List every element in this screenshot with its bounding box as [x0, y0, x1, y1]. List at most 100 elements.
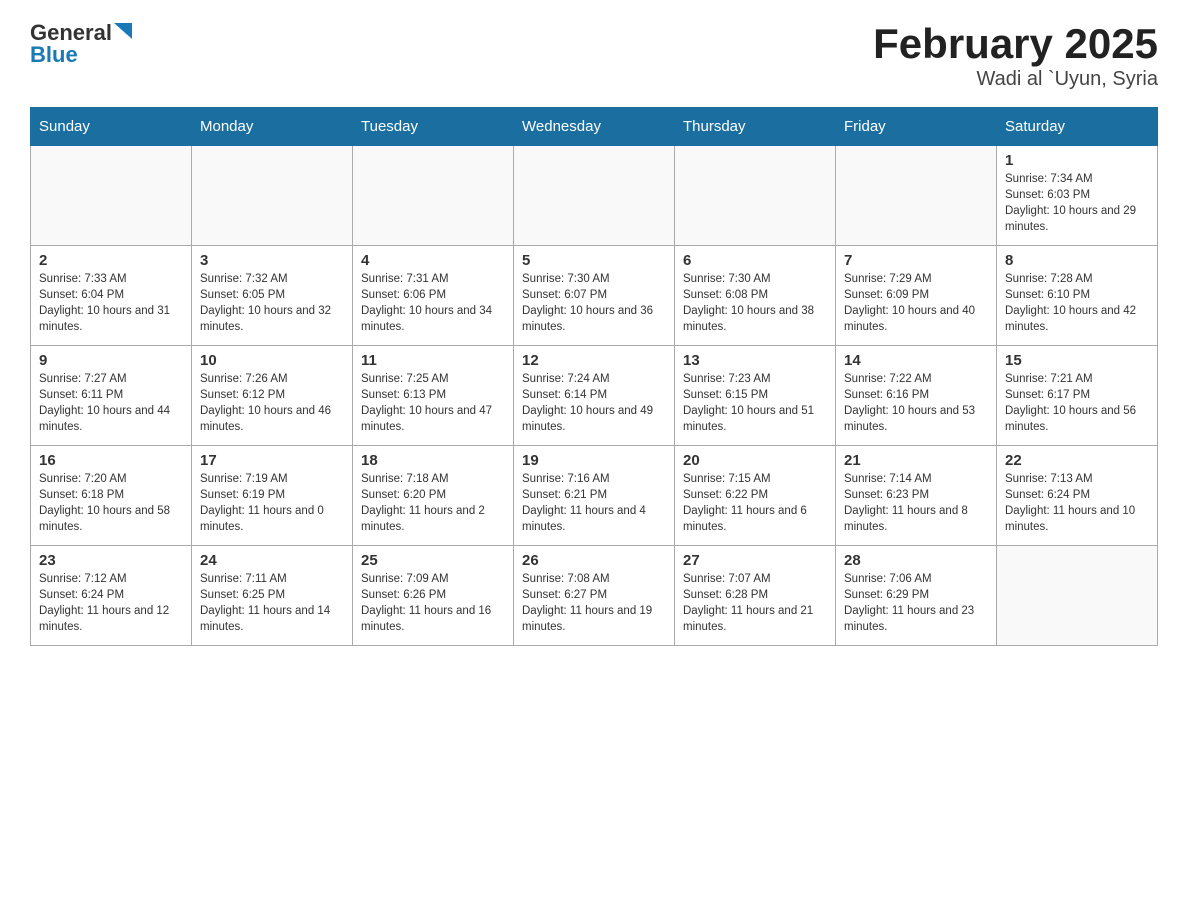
weekday-header-monday: Monday	[192, 108, 353, 146]
calendar-cell: 19 Sunrise: 7:16 AMSunset: 6:21 PMDayligh…	[514, 446, 675, 546]
day-info: Sunrise: 7:08 AMSunset: 6:27 PMDaylight:…	[522, 571, 666, 635]
calendar-cell: 11 Sunrise: 7:25 AMSunset: 6:13 PMDayligh…	[353, 346, 514, 446]
calendar-cell: 23 Sunrise: 7:12 AMSunset: 6:24 PMDayligh…	[31, 546, 192, 646]
calendar-cell: 26 Sunrise: 7:08 AMSunset: 6:27 PMDayligh…	[514, 546, 675, 646]
day-info: Sunrise: 7:20 AMSunset: 6:18 PMDaylight:…	[39, 471, 183, 535]
weekday-header-saturday: Saturday	[997, 108, 1158, 146]
calendar-cell: 12 Sunrise: 7:24 AMSunset: 6:14 PMDayligh…	[514, 346, 675, 446]
logo-blue: Blue	[30, 42, 78, 68]
day-number: 2	[39, 252, 183, 269]
day-info: Sunrise: 7:16 AMSunset: 6:21 PMDaylight:…	[522, 471, 666, 535]
calendar-cell	[192, 146, 353, 246]
day-info: Sunrise: 7:15 AMSunset: 6:22 PMDaylight:…	[683, 471, 827, 535]
weekday-header-tuesday: Tuesday	[353, 108, 514, 146]
calendar-cell: 27 Sunrise: 7:07 AMSunset: 6:28 PMDayligh…	[675, 546, 836, 646]
calendar-body: 1 Sunrise: 7:34 AMSunset: 6:03 PMDaylight…	[31, 146, 1158, 646]
day-number: 16	[39, 452, 183, 469]
calendar-cell: 7Sunrise: 7:29 AMSunset: 6:09 PMDaylight…	[836, 246, 997, 346]
calendar-week-row: 2 Sunrise: 7:33 AMSunset: 6:04 PMDaylight…	[31, 246, 1158, 346]
calendar-cell: 1 Sunrise: 7:34 AMSunset: 6:03 PMDaylight…	[997, 146, 1158, 246]
day-number: 27	[683, 552, 827, 569]
day-number: 24	[200, 552, 344, 569]
day-info: Sunrise: 7:23 AMSunset: 6:15 PMDaylight:…	[683, 371, 827, 435]
weekday-header-sunday: Sunday	[31, 108, 192, 146]
logo: General Blue	[30, 20, 132, 68]
day-info: Sunrise: 7:32 AMSunset: 6:05 PMDaylight:…	[200, 271, 344, 335]
day-number: 19	[522, 452, 666, 469]
day-info: Sunrise: 7:09 AMSunset: 6:26 PMDaylight:…	[361, 571, 505, 635]
calendar-cell: 3 Sunrise: 7:32 AMSunset: 6:05 PMDaylight…	[192, 246, 353, 346]
day-number: 18	[361, 452, 505, 469]
calendar-week-row: 1 Sunrise: 7:34 AMSunset: 6:03 PMDaylight…	[31, 146, 1158, 246]
day-info: Sunrise: 7:11 AMSunset: 6:25 PMDaylight:…	[200, 571, 344, 635]
day-info: Sunrise: 7:34 AMSunset: 6:03 PMDaylight:…	[1005, 171, 1149, 235]
day-number: 25	[361, 552, 505, 569]
day-number: 3	[200, 252, 344, 269]
page-header: General Blue February 2025 Wadi al `Uyun…	[30, 20, 1158, 91]
day-number: 20	[683, 452, 827, 469]
calendar-cell	[31, 146, 192, 246]
day-info: Sunrise: 7:30 AMSunset: 6:08 PMDaylight:…	[683, 271, 827, 335]
day-number: 8	[1005, 252, 1149, 269]
calendar-cell	[514, 146, 675, 246]
day-info: Sunrise: 7:25 AMSunset: 6:13 PMDaylight:…	[361, 371, 505, 435]
calendar-cell	[997, 546, 1158, 646]
day-info: Sunrise: 7:24 AMSunset: 6:14 PMDaylight:…	[522, 371, 666, 435]
day-number: 17	[200, 452, 344, 469]
page-subtitle: Wadi al `Uyun, Syria	[873, 68, 1158, 91]
day-number: 4	[361, 252, 505, 269]
day-info: Sunrise: 7:26 AMSunset: 6:12 PMDaylight:…	[200, 371, 344, 435]
day-info: Sunrise: 7:27 AMSunset: 6:11 PMDaylight:…	[39, 371, 183, 435]
calendar-cell: 2 Sunrise: 7:33 AMSunset: 6:04 PMDaylight…	[31, 246, 192, 346]
day-info: Sunrise: 7:19 AMSunset: 6:19 PMDaylight:…	[200, 471, 344, 535]
calendar-cell: 5 Sunrise: 7:30 AMSunset: 6:07 PMDaylight…	[514, 246, 675, 346]
calendar-week-row: 9Sunrise: 7:27 AMSunset: 6:11 PMDaylight…	[31, 346, 1158, 446]
day-number: 5	[522, 252, 666, 269]
calendar-cell: 9Sunrise: 7:27 AMSunset: 6:11 PMDaylight…	[31, 346, 192, 446]
title-block: February 2025 Wadi al `Uyun, Syria	[873, 20, 1158, 91]
calendar-week-row: 23 Sunrise: 7:12 AMSunset: 6:24 PMDayligh…	[31, 546, 1158, 646]
calendar-cell: 17 Sunrise: 7:19 AMSunset: 6:19 PMDayligh…	[192, 446, 353, 546]
day-number: 12	[522, 352, 666, 369]
weekday-header-friday: Friday	[836, 108, 997, 146]
weekday-header-row: SundayMondayTuesdayWednesdayThursdayFrid…	[31, 108, 1158, 146]
day-number: 28	[844, 552, 988, 569]
day-number: 22	[1005, 452, 1149, 469]
day-number: 23	[39, 552, 183, 569]
day-number: 14	[844, 352, 988, 369]
calendar-header: SundayMondayTuesdayWednesdayThursdayFrid…	[31, 108, 1158, 146]
day-number: 7	[844, 252, 988, 269]
day-info: Sunrise: 7:06 AMSunset: 6:29 PMDaylight:…	[844, 571, 988, 635]
calendar-cell: 15 Sunrise: 7:21 AMSunset: 6:17 PMDayligh…	[997, 346, 1158, 446]
calendar-cell: 24 Sunrise: 7:11 AMSunset: 6:25 PMDayligh…	[192, 546, 353, 646]
day-info: Sunrise: 7:33 AMSunset: 6:04 PMDaylight:…	[39, 271, 183, 335]
calendar-cell: 13 Sunrise: 7:23 AMSunset: 6:15 PMDayligh…	[675, 346, 836, 446]
day-info: Sunrise: 7:21 AMSunset: 6:17 PMDaylight:…	[1005, 371, 1149, 435]
page-title: February 2025	[873, 20, 1158, 68]
day-info: Sunrise: 7:28 AMSunset: 6:10 PMDaylight:…	[1005, 271, 1149, 335]
day-number: 1	[1005, 152, 1149, 169]
calendar-cell: 25 Sunrise: 7:09 AMSunset: 6:26 PMDayligh…	[353, 546, 514, 646]
day-number: 21	[844, 452, 988, 469]
calendar-week-row: 16 Sunrise: 7:20 AMSunset: 6:18 PMDayligh…	[31, 446, 1158, 546]
day-info: Sunrise: 7:18 AMSunset: 6:20 PMDaylight:…	[361, 471, 505, 535]
day-info: Sunrise: 7:30 AMSunset: 6:07 PMDaylight:…	[522, 271, 666, 335]
calendar-cell: 16 Sunrise: 7:20 AMSunset: 6:18 PMDayligh…	[31, 446, 192, 546]
day-number: 15	[1005, 352, 1149, 369]
day-number: 13	[683, 352, 827, 369]
day-number: 10	[200, 352, 344, 369]
calendar-cell: 22Sunrise: 7:13 AMSunset: 6:24 PMDayligh…	[997, 446, 1158, 546]
calendar-cell	[353, 146, 514, 246]
calendar-cell: 6 Sunrise: 7:30 AMSunset: 6:08 PMDaylight…	[675, 246, 836, 346]
day-number: 11	[361, 352, 505, 369]
calendar-cell: 10 Sunrise: 7:26 AMSunset: 6:12 PMDayligh…	[192, 346, 353, 446]
calendar-cell	[836, 146, 997, 246]
calendar-cell: 20 Sunrise: 7:15 AMSunset: 6:22 PMDayligh…	[675, 446, 836, 546]
day-number: 6	[683, 252, 827, 269]
calendar-cell: 14Sunrise: 7:22 AMSunset: 6:16 PMDayligh…	[836, 346, 997, 446]
weekday-header-wednesday: Wednesday	[514, 108, 675, 146]
day-info: Sunrise: 7:12 AMSunset: 6:24 PMDaylight:…	[39, 571, 183, 635]
day-number: 26	[522, 552, 666, 569]
day-info: Sunrise: 7:07 AMSunset: 6:28 PMDaylight:…	[683, 571, 827, 635]
calendar-cell: 28 Sunrise: 7:06 AMSunset: 6:29 PMDayligh…	[836, 546, 997, 646]
